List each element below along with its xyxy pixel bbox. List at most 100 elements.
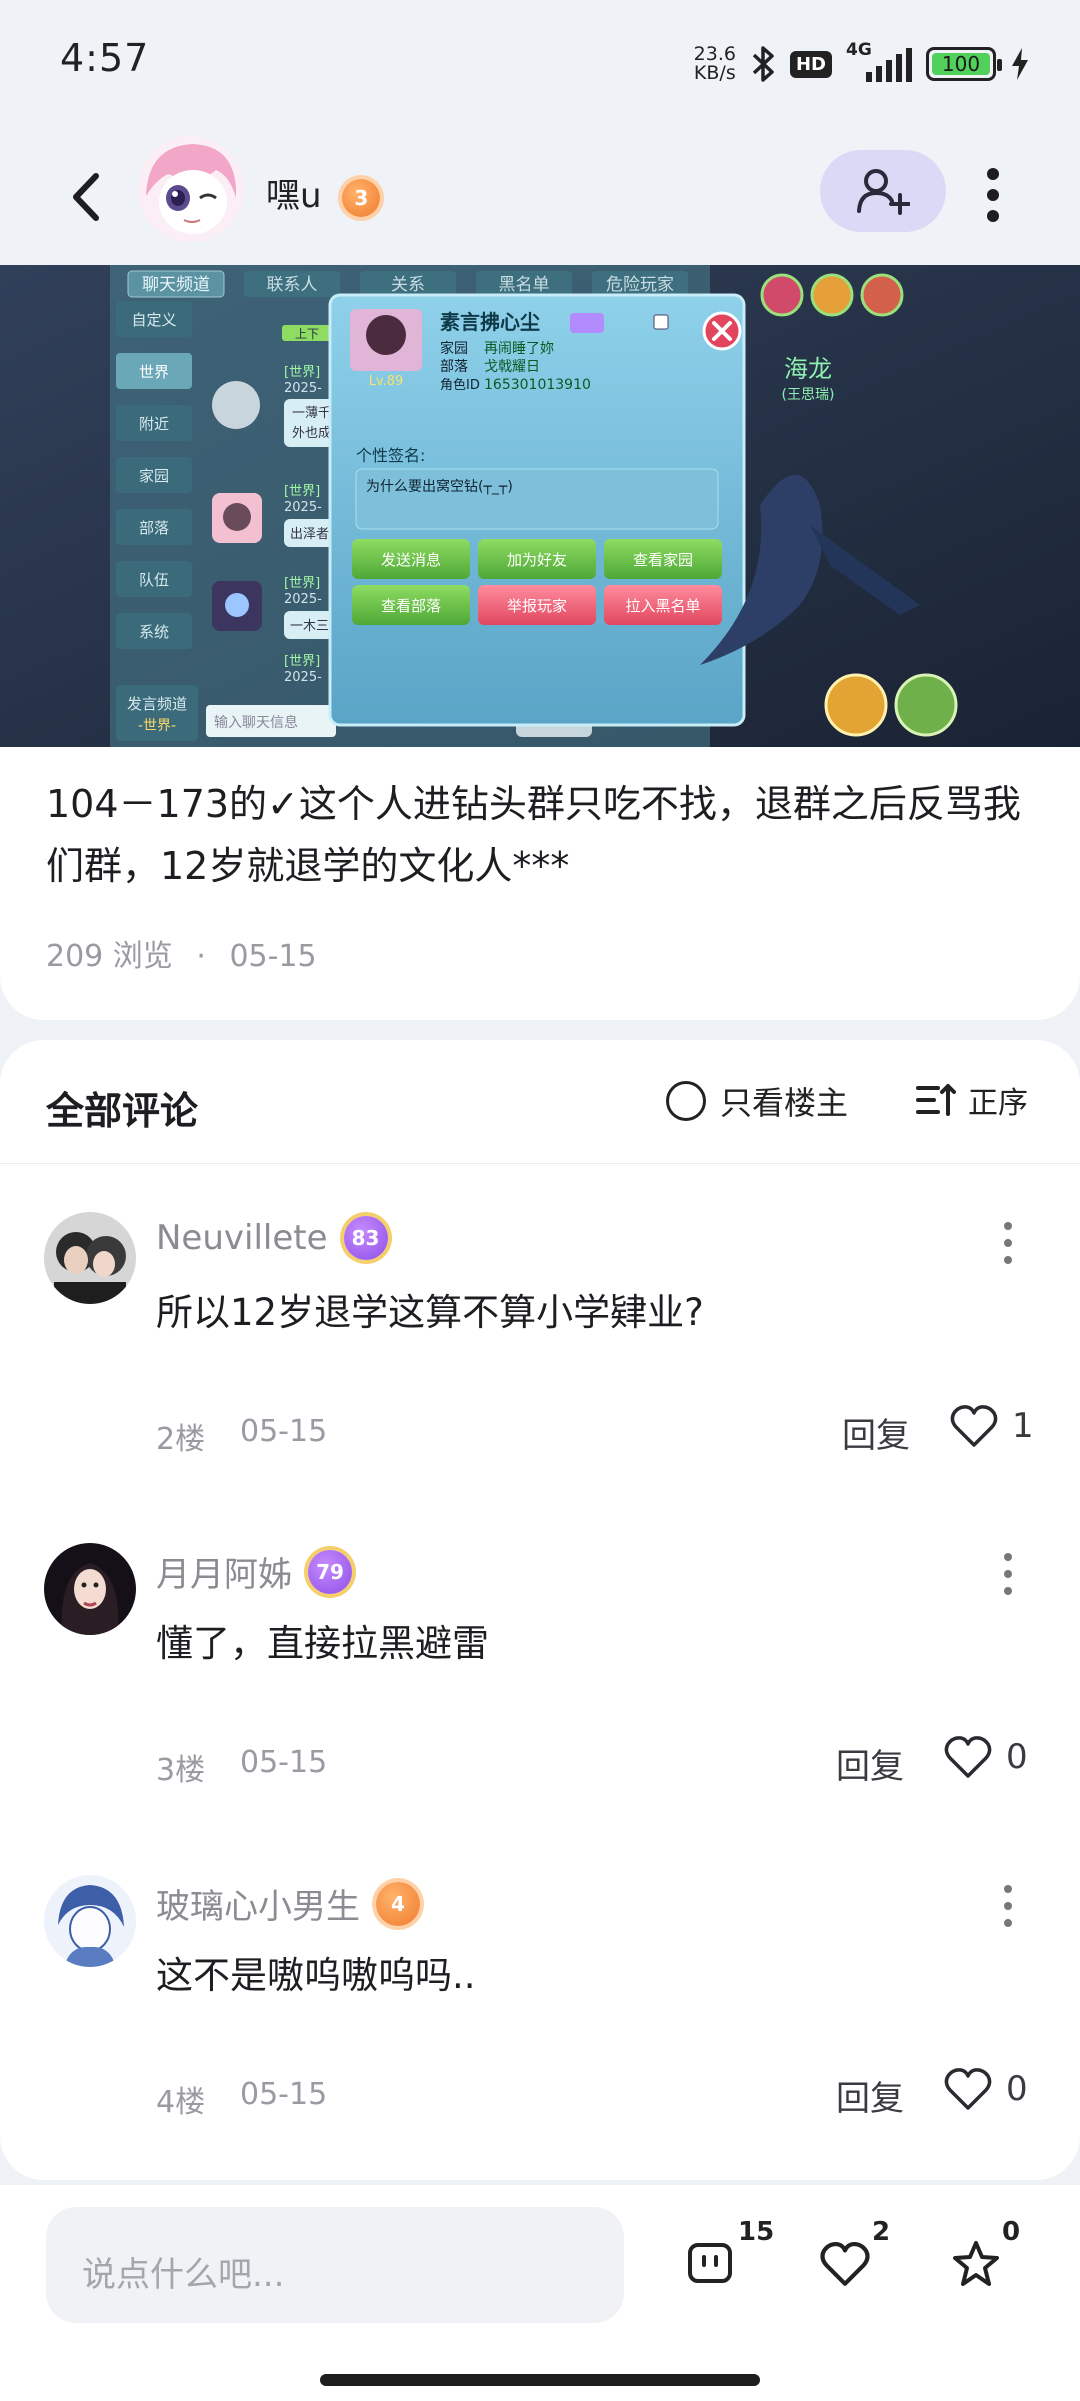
comment-text: 懂了，直接拉黑避雷 [156,1622,489,1665]
star-icon [953,2241,999,2286]
popup-view-tribe: 查看部落 [381,597,441,615]
sort-icon [916,1084,956,1116]
send-channel-sub: -世界- [138,718,176,734]
post-meta-separator: · [196,939,206,974]
post-header: 嘿u 3 [0,130,1080,265]
popup-report: 举报玩家 [507,597,567,615]
only-owner-label: 只看楼主 [720,1084,849,1122]
tribe-label: 部落 [440,359,468,375]
popup-send-message: 发送消息 [381,551,441,569]
commenter-level-badge: 4 [376,1881,420,1926]
add-user-icon [857,169,910,215]
commenter-name-text: 月月阿姊 [156,1555,292,1595]
favorite-button[interactable]: 0 [950,2217,1050,2305]
chat-input-placeholder: 输入聊天信息 [214,714,298,731]
author-name-text: 嘿u [266,176,322,216]
popup-add-friend: 加为好友 [507,551,567,569]
reply-button[interactable]: 回复 [842,1408,910,1457]
chat-up-label: 上下 [295,327,319,341]
channel-custom: 自定义 [131,311,176,329]
popup-view-home: 查看家园 [633,551,693,569]
profile-name: 素言拂心尘 [440,310,540,334]
channel-team: 队伍 [139,571,169,589]
commenter-name[interactable]: Neuvillete 83 [156,1216,388,1260]
hd-badge: HD [789,50,832,78]
comment-floor: 2楼 [156,1422,206,1457]
post-card: 聊天频道 联系人 关系 黑名单 危险玩家 自定义 世界 附近 家园 部落 队伍 … [0,265,1080,1020]
sort-order-label: 正序 [968,1086,1028,1121]
chat-snippet-2: 外也成 [292,426,331,441]
channel-world: 世界 [139,363,169,381]
comment-floor: 3楼 [156,1753,206,1788]
back-arrow-icon[interactable] [62,162,112,232]
chat-tag-3: [世界] [284,576,320,591]
commenter-name-text: 玻璃心小男生 [156,1887,360,1927]
npc-name: 海龙 [784,355,832,383]
commenter-name[interactable]: 月月阿姊 79 [156,1547,352,1596]
tribe-value: 戈戟耀日 [484,359,540,375]
chat-snippet-3: 出泽者 [290,527,329,542]
comment-more-icon[interactable] [996,1881,1020,1931]
send-channel-label: 发言频道 [127,695,187,713]
npc-sub: (王思瑞) [782,387,835,403]
tab-contacts: 联系人 [267,275,318,295]
comment-count-button[interactable]: 15 [686,2217,786,2305]
status-bar: 4:57 23.6 KB/s HD 4G 100 [0,0,1080,130]
reply-button[interactable]: 回复 [836,2071,904,2120]
more-options-icon[interactable] [978,160,1008,230]
like-post-button[interactable]: 2 [820,2217,920,2305]
like-button[interactable]: 1 [950,1404,1034,1448]
author-level-badge: 3 [342,178,381,217]
signal-icon: 4G [846,40,912,82]
commenter-avatar[interactable] [44,1875,136,1967]
like-count: 1 [1012,1406,1034,1446]
post-meta: 209 浏览 · 05-15 [46,931,317,975]
like-button[interactable]: 0 [944,2067,1028,2111]
sort-order-button[interactable]: 正序 [916,1078,1028,1122]
comment-more-icon[interactable] [996,1549,1020,1599]
chat-snippet-1: 一薄千 [292,406,331,421]
commenter-name[interactable]: 玻璃心小男生 4 [156,1879,420,1928]
battery-icon: 100 [926,47,1002,81]
comment-item: Neuvillete 83 所以12岁退学这算不算小学肄业? 2楼 05-15 … [0,1164,1080,1494]
home-indicator[interactable] [320,2374,760,2386]
battery-level: 100 [932,53,990,75]
post-image[interactable]: 聊天频道 联系人 关系 黑名单 危险玩家 自定义 世界 附近 家园 部落 队伍 … [0,265,1080,747]
comment-item: 月月阿姊 79 懂了，直接拉黑避雷 3楼 05-15 回复 0 [0,1495,1080,1825]
follow-button[interactable] [820,150,946,232]
reply-button[interactable]: 回复 [836,1739,904,1788]
comment-input[interactable]: 说点什么吧... [46,2207,624,2323]
chat-tag-1: [世界] [284,365,320,380]
commenter-avatar[interactable] [44,1212,136,1304]
signature-label: 个性签名: [356,446,425,465]
author-name[interactable]: 嘿u 3 [266,168,381,217]
status-time: 4:57 [60,36,150,80]
comment-icon [688,2243,732,2283]
commenter-avatar[interactable] [44,1543,136,1635]
tab-danger: 危险玩家 [606,275,674,295]
comment-date: 05-15 [240,2077,328,2112]
chat-year-4: 2025- [284,670,322,685]
like-button[interactable]: 0 [944,1735,1028,1779]
comment-text: 这不是嗷呜嗷呜吗.. [156,1954,476,1997]
chat-snippet-4: 一木三 [290,619,329,634]
heart-icon [950,1405,998,1447]
status-icons: 23.6 KB/s HD 4G 100 [694,40,1030,88]
comments-section: 全部评论 只看楼主 正序 Neuvillete 83 所以12岁退学这算不算小学… [0,1040,1080,2180]
commenter-level-badge: 83 [343,1216,388,1260]
home-label: 家园 [440,340,468,357]
favorite-count: 0 [1002,2217,1021,2247]
like-count: 0 [1006,1737,1028,1777]
chat-year-3: 2025- [284,592,322,607]
only-owner-toggle[interactable]: 只看楼主 [666,1078,848,1124]
author-avatar[interactable] [138,136,244,242]
comment-more-icon[interactable] [996,1218,1020,1268]
chat-tag-4: [世界] [284,654,320,669]
chat-tag-2: [世界] [284,484,320,499]
signature-text: 为什么要出窝空钻(┬_┬) [366,478,513,495]
popup-blacklist: 拉入黑名单 [625,597,700,615]
comment-text: 所以12岁退学这算不算小学肄业? [156,1291,704,1334]
tab-relation: 关系 [391,275,425,295]
home-value: 再闹睡了妳 [484,341,554,357]
profile-popup: Lv.89 素言拂心尘 家园 再闹睡了妳 部落 戈戟耀日 角色ID 165301… [328,293,746,727]
